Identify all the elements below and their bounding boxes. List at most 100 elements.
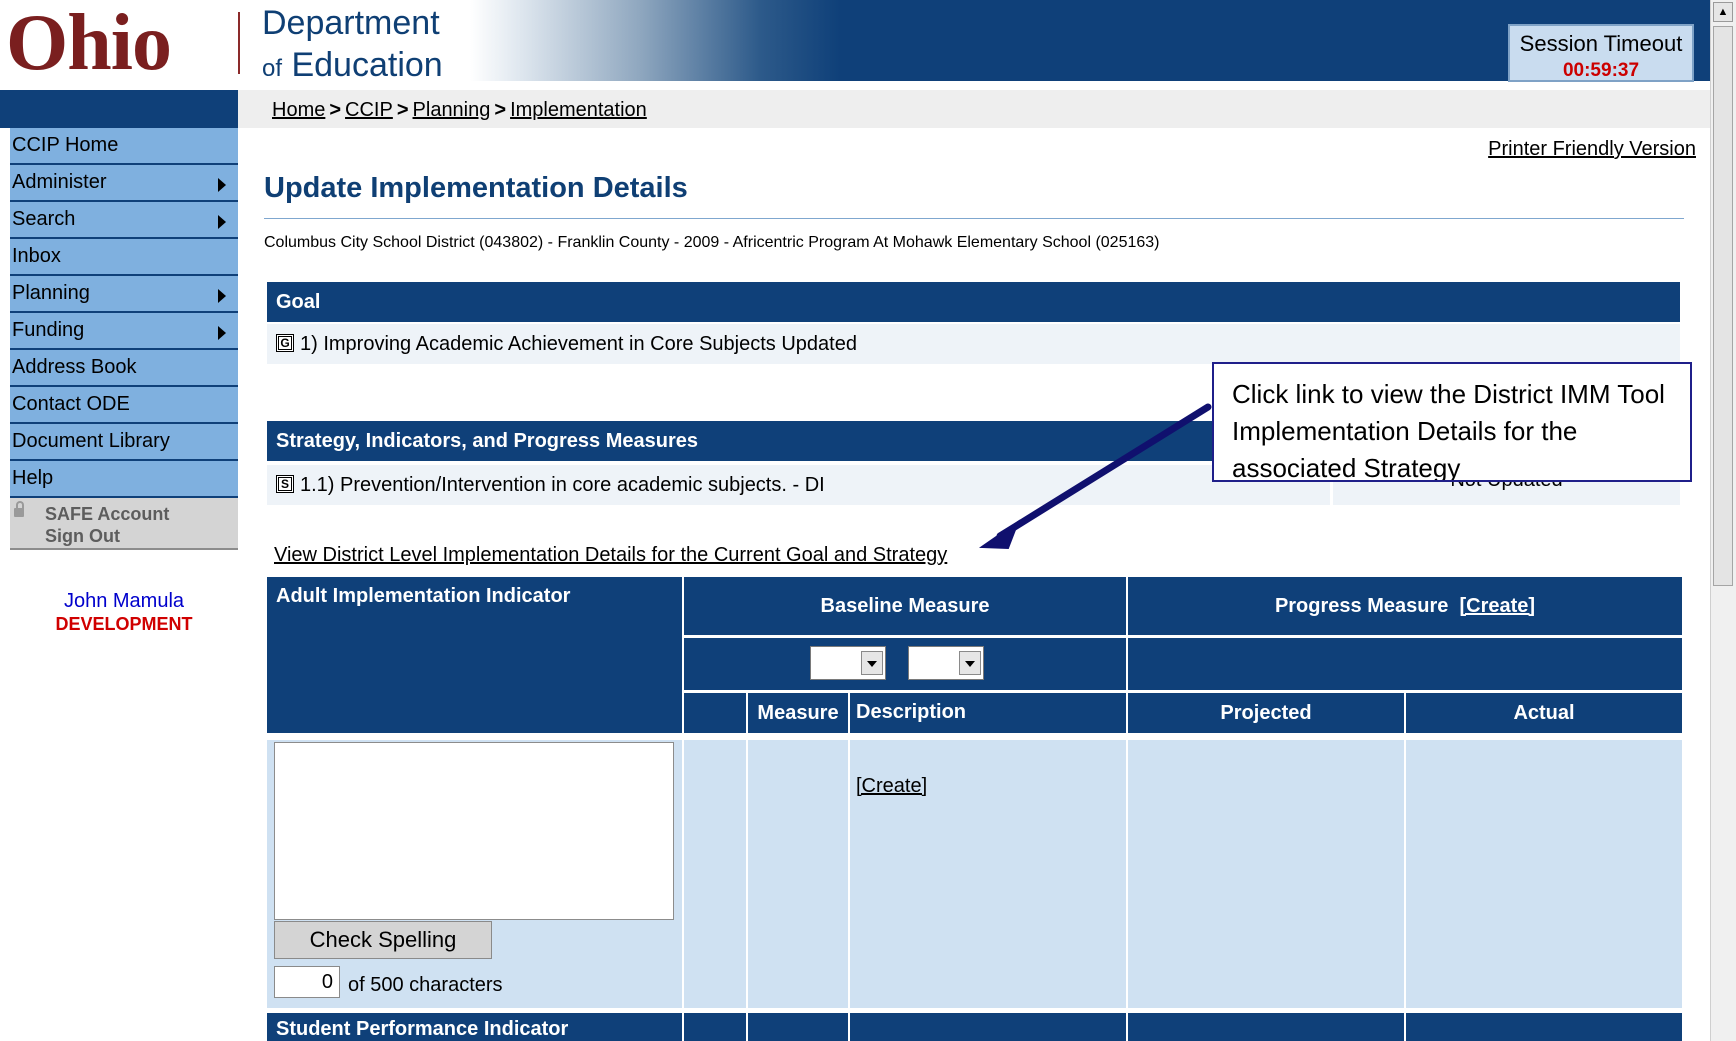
breadcrumb-separator: > (329, 99, 342, 121)
goal-header: Goal (267, 282, 1680, 322)
strategy-text: 1.1) Prevention/Intervention in core aca… (300, 474, 825, 496)
breadcrumb-implementation[interactable]: Implementation (510, 99, 647, 121)
breadcrumb-home[interactable]: Home (272, 99, 325, 121)
dept-of: of (262, 55, 283, 82)
description-create-link[interactable]: [Create] (856, 775, 927, 798)
dept-education: Education (291, 46, 443, 84)
student-row-cell (748, 1013, 848, 1041)
session-timeout-time: 00:59:37 (1562, 60, 1640, 81)
sidebar-item-inbox[interactable]: Inbox (10, 239, 238, 276)
site-header: Ohio Department of Education Session Tim… (0, 0, 1710, 87)
sidebar-item-label: Document Library (12, 430, 170, 452)
description-col-label: Description (856, 701, 967, 723)
projected-col-label: Projected (1220, 701, 1312, 724)
adult-indicator-label: Adult Implementation Indicator (276, 585, 571, 607)
progress-measure-create-link[interactable]: [Create] (1459, 595, 1535, 618)
progress-measure-header: Progress Measure [Create] (1128, 577, 1682, 635)
view-district-details-link[interactable]: View District Level Implementation Detai… (274, 544, 947, 567)
sidebar-item-search[interactable]: Search (10, 202, 238, 239)
dept-title-line1: Department (262, 4, 440, 42)
sidebar-item-help[interactable]: Help (10, 461, 238, 498)
sidebar-item-document-library[interactable]: Document Library (10, 424, 238, 461)
breadcrumb-planning[interactable]: Planning (413, 99, 491, 121)
measure-cell (748, 740, 848, 1008)
projected-col-header: Projected (1128, 693, 1404, 733)
breadcrumb-separator: > (396, 99, 409, 121)
sidebar-item-funding[interactable]: Funding (10, 313, 238, 350)
baseline-blank-col-header (684, 693, 746, 733)
sidebar-item-label: Search (12, 208, 76, 230)
session-timeout-box: Session Timeout 00:59:37 (1508, 24, 1694, 82)
actual-col-header: Actual (1406, 693, 1682, 733)
sidebar-item-label: CCIP Home (12, 134, 119, 156)
sidebar-item-label: Contact ODE (12, 393, 130, 415)
printer-friendly-link[interactable]: Printer Friendly Version (1488, 138, 1696, 161)
student-row-cell (1406, 1013, 1682, 1041)
sidebar-nav: CCIP Home Administer Search Inbox Planni… (10, 128, 238, 550)
breadcrumb-ccip[interactable]: CCIP (345, 99, 393, 121)
safe-account-sign-out[interactable]: SAFE Account Sign Out (10, 498, 238, 550)
ohio-logo[interactable]: Ohio (6, 0, 172, 88)
actual-col-label: Actual (1513, 701, 1575, 724)
scroll-up-icon[interactable]: ▲ (1713, 2, 1733, 22)
description-col-header: Description (850, 693, 1126, 733)
student-indicator-header: Student Performance Indicator (267, 1013, 682, 1041)
baseline-select-2[interactable] (908, 646, 984, 680)
dept-title-line2: of Education (262, 46, 443, 85)
logo-divider (238, 12, 240, 74)
sidebar-item-address-book[interactable]: Address Book (10, 350, 238, 387)
goal-row: G 1) Improving Academic Achievement in Co… (267, 324, 1680, 364)
sidebar-item-label: Administer (12, 171, 107, 193)
chevron-down-icon[interactable] (959, 651, 981, 675)
student-row-cell (1128, 1013, 1404, 1041)
sidebar-item-contact-ode[interactable]: Contact ODE (10, 387, 238, 424)
student-row-cell (684, 1013, 746, 1041)
safe-account-label: SAFE Account (45, 504, 170, 524)
lock-icon (14, 501, 24, 517)
adult-indicator-textarea[interactable] (274, 742, 674, 920)
sidebar-item-administer[interactable]: Administer (10, 165, 238, 202)
strategy-row: S 1.1) Prevention/Intervention in core ac… (267, 465, 1330, 505)
student-indicator-label: Student Performance Indicator (276, 1018, 569, 1040)
user-name: John Mamula (63, 590, 185, 612)
projected-cell (1128, 740, 1404, 1008)
goal-badge-icon: G (276, 333, 294, 352)
submenu-arrow-icon (218, 178, 226, 192)
baseline-measure-header: Baseline Measure (684, 577, 1126, 635)
check-spelling-button[interactable]: Check Spelling (274, 921, 492, 959)
page-title: Update Implementation Details (264, 172, 688, 204)
baseline-select-1[interactable] (810, 646, 886, 680)
goal-text: 1) Improving Academic Achievement in Cor… (300, 333, 857, 355)
breadcrumb-separator: > (494, 99, 507, 121)
submenu-arrow-icon (218, 215, 226, 229)
breadcrumb: Home > CCIP > Planning > Implementation (272, 99, 647, 122)
title-divider (264, 218, 1684, 219)
sidebar-item-label: Address Book (12, 356, 137, 378)
character-limit-label: of 500 characters (348, 974, 503, 996)
annotation-callout: Click link to view the District IMM Tool… (1212, 362, 1692, 482)
sidebar-item-label: Funding (12, 319, 85, 341)
sign-out-label: Sign Out (45, 526, 120, 546)
progress-select-row (1128, 638, 1682, 690)
character-count-field (274, 966, 340, 998)
blank-cell (684, 740, 746, 1008)
session-timeout-label: Session Timeout (1519, 31, 1683, 56)
chevron-down-icon[interactable] (861, 651, 883, 675)
scroll-thumb[interactable] (1713, 26, 1733, 586)
district-info: Columbus City School District (043802) -… (264, 234, 1160, 251)
submenu-arrow-icon (218, 326, 226, 340)
sidebar-item-label: Planning (12, 282, 90, 304)
submenu-arrow-icon (218, 289, 226, 303)
sidebar-item-planning[interactable]: Planning (10, 276, 238, 313)
environment-label: DEVELOPMENT (55, 614, 193, 634)
strategy-badge-icon: S (276, 474, 294, 493)
baseline-measure-label: Baseline Measure (820, 594, 990, 617)
sidebar-item-ccip-home[interactable]: CCIP Home (10, 128, 238, 165)
breadcrumb-bar: Home > CCIP > Planning > Implementation (0, 90, 1710, 128)
sidebar-item-label: Help (12, 467, 54, 489)
sidebar-item-label: Inbox (12, 245, 61, 267)
measure-col-label: Measure (757, 701, 839, 724)
adult-indicator-header: Adult Implementation Indicator (267, 577, 682, 733)
progress-measure-label: Progress Measure (1274, 594, 1449, 617)
vertical-scrollbar[interactable]: ▲ (1710, 0, 1736, 1041)
